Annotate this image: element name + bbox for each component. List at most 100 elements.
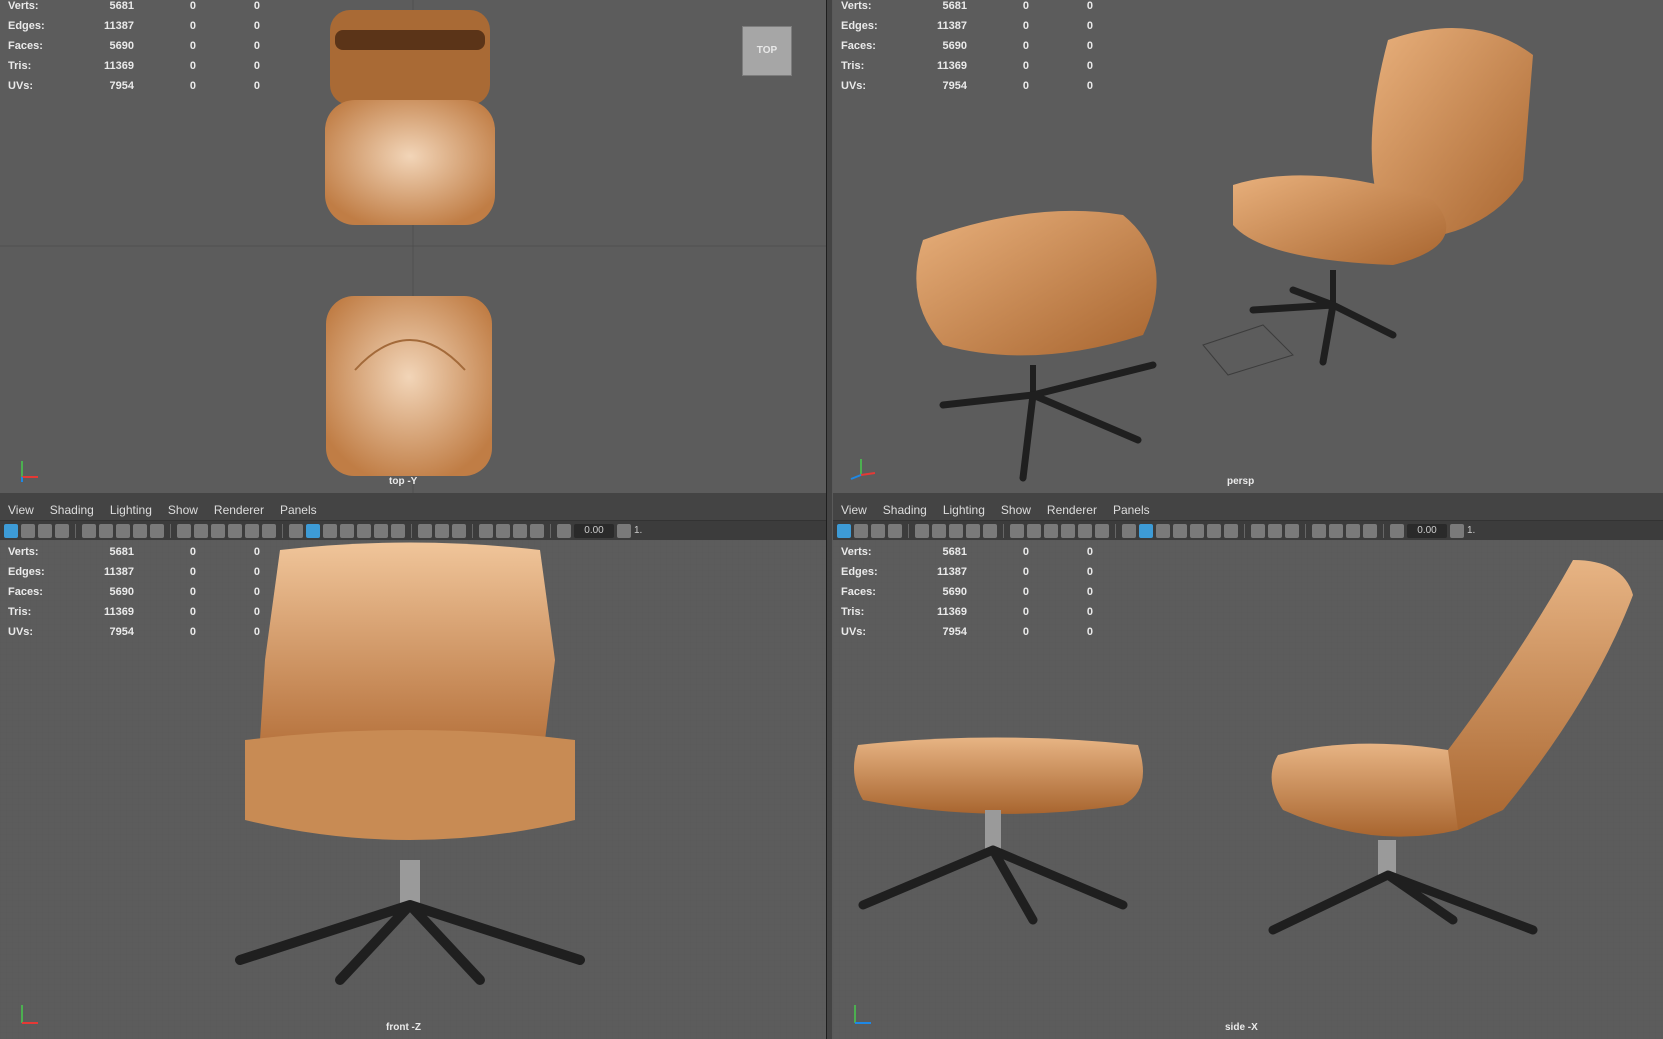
safe-action-icon[interactable] xyxy=(211,523,225,538)
menu-renderer[interactable]: Renderer xyxy=(1039,503,1105,517)
axis-gizmo-icon xyxy=(21,461,38,482)
camera-icon[interactable] xyxy=(915,523,929,538)
isolate-select-icon[interactable] xyxy=(479,523,493,538)
select-camera-icon[interactable] xyxy=(4,523,18,538)
menu-shading[interactable]: Shading xyxy=(875,503,935,517)
toolbar-separator xyxy=(472,523,473,538)
exposure-icon[interactable] xyxy=(557,523,571,538)
toolbar-separator xyxy=(1305,523,1306,538)
menu-panels[interactable]: Panels xyxy=(1105,503,1158,517)
panel-divider-vertical[interactable] xyxy=(826,0,833,1039)
gamma-icon[interactable] xyxy=(617,523,631,538)
xray-icon[interactable] xyxy=(1329,523,1343,538)
image-plane-icon[interactable] xyxy=(888,523,902,538)
exposure-field[interactable]: 0.00 xyxy=(574,523,614,538)
anti-aliasing-icon[interactable] xyxy=(452,523,466,538)
hud-row-verts: Verts: 5681 0 0 xyxy=(841,0,1093,12)
select-camera-icon[interactable] xyxy=(837,523,851,538)
ottoman-persp-shape xyxy=(916,210,1157,482)
gate-mask-icon[interactable] xyxy=(228,523,242,538)
camera-attributes-icon[interactable] xyxy=(21,523,35,538)
menu-show[interactable]: Show xyxy=(160,503,206,517)
textured-icon[interactable] xyxy=(357,523,371,538)
chair-persp-shape xyxy=(1233,28,1533,366)
toolbar-separator xyxy=(411,523,412,538)
bounding-box-icon[interactable] xyxy=(340,523,354,538)
gamma-field[interactable]: 1. xyxy=(1467,525,1475,536)
resolution-gate-icon[interactable] xyxy=(949,523,963,538)
isolate-select-icon[interactable] xyxy=(1312,523,1326,538)
film-gate-icon[interactable] xyxy=(932,523,946,538)
textured-icon[interactable] xyxy=(1190,523,1204,538)
gamma-icon[interactable] xyxy=(1450,523,1464,538)
motion-blur-icon[interactable] xyxy=(435,523,449,538)
field-chart-icon[interactable] xyxy=(1078,523,1092,538)
menu-show[interactable]: Show xyxy=(993,503,1039,517)
safe-action-icon[interactable] xyxy=(1044,523,1058,538)
screen-space-ao-icon[interactable] xyxy=(1251,523,1265,538)
film-gate-toggle-icon[interactable] xyxy=(1027,523,1041,538)
maya-four-view-layout: TOP Verts: 5681 0 0 Edges: 11387 0 0 Faces: 569… xyxy=(0,0,1663,1039)
film-gate-toggle-icon[interactable] xyxy=(194,523,208,538)
hud-row-tris: Tris: 11369 0 0 xyxy=(8,60,260,72)
image-plane-icon[interactable] xyxy=(55,523,69,538)
menu-lighting[interactable]: Lighting xyxy=(102,503,160,517)
xray-joints-icon[interactable] xyxy=(1346,523,1360,538)
hud-row-verts: Verts: 5681 0 0 xyxy=(841,546,1093,558)
viewport-front[interactable]: View Shading Lighting Show Renderer Pane… xyxy=(0,500,826,1039)
grid-icon[interactable] xyxy=(1010,523,1024,538)
bounding-box-icon[interactable] xyxy=(1173,523,1187,538)
bookmark-icon[interactable] xyxy=(38,523,52,538)
menu-view[interactable]: View xyxy=(0,503,42,517)
gamma-field[interactable]: 1. xyxy=(634,525,642,536)
poly-count-hud: Verts: 5681 0 0 Edges: 11387 0 0 Faces: 5690 0 0 … xyxy=(8,0,260,96)
lights-icon[interactable] xyxy=(1207,523,1221,538)
pan-zoom-icon[interactable] xyxy=(966,523,980,538)
hud-row-uvs: UVs: 7954 0 0 xyxy=(8,626,260,638)
menu-panels[interactable]: Panels xyxy=(272,503,325,517)
safe-title-icon[interactable] xyxy=(262,523,276,538)
wireframe-icon[interactable] xyxy=(1122,523,1136,538)
anti-aliasing-icon[interactable] xyxy=(1285,523,1299,538)
flat-shade-icon[interactable] xyxy=(1156,523,1170,538)
axis-gizmo-icon xyxy=(854,1005,871,1024)
camera-icon[interactable] xyxy=(82,523,96,538)
grease-pencil-icon[interactable] xyxy=(983,523,997,538)
xray-joints-icon[interactable] xyxy=(513,523,527,538)
viewcube[interactable]: TOP xyxy=(742,26,792,76)
viewport-side[interactable]: View Shading Lighting Show Renderer Pane… xyxy=(833,500,1663,1039)
xray-components-icon[interactable] xyxy=(530,523,544,538)
resolution-gate-icon[interactable] xyxy=(116,523,130,538)
smooth-shade-icon[interactable] xyxy=(306,523,320,538)
grid-icon[interactable] xyxy=(177,523,191,538)
exposure-icon[interactable] xyxy=(1390,523,1404,538)
hud-row-faces: Faces: 5690 0 0 xyxy=(8,40,260,52)
exposure-field[interactable]: 0.00 xyxy=(1407,523,1447,538)
field-chart-icon[interactable] xyxy=(245,523,259,538)
xray-components-icon[interactable] xyxy=(1363,523,1377,538)
smooth-shade-icon[interactable] xyxy=(1139,523,1153,538)
menu-view[interactable]: View xyxy=(833,503,875,517)
grease-pencil-icon[interactable] xyxy=(150,523,164,538)
viewport-top[interactable]: TOP Verts: 5681 0 0 Edges: 11387 0 0 Faces: 569… xyxy=(0,0,826,493)
safe-title-icon[interactable] xyxy=(1095,523,1109,538)
motion-blur-icon[interactable] xyxy=(1268,523,1282,538)
menu-lighting[interactable]: Lighting xyxy=(935,503,993,517)
shadows-icon[interactable] xyxy=(391,523,405,538)
bookmark-icon[interactable] xyxy=(871,523,885,538)
menu-shading[interactable]: Shading xyxy=(42,503,102,517)
screen-space-ao-icon[interactable] xyxy=(418,523,432,538)
film-gate-icon[interactable] xyxy=(99,523,113,538)
flat-shade-icon[interactable] xyxy=(323,523,337,538)
menu-renderer[interactable]: Renderer xyxy=(206,503,272,517)
hud-row-edges: Edges: 11387 0 0 xyxy=(8,20,260,32)
chair-top-shape xyxy=(325,10,495,225)
shadows-icon[interactable] xyxy=(1224,523,1238,538)
gate-mask-icon[interactable] xyxy=(1061,523,1075,538)
pan-zoom-icon[interactable] xyxy=(133,523,147,538)
viewport-persp[interactable]: Verts: 5681 0 0 Edges: 11387 0 0 Faces: 5690 0 0 … xyxy=(833,0,1663,493)
lights-icon[interactable] xyxy=(374,523,388,538)
wireframe-icon[interactable] xyxy=(289,523,303,538)
xray-icon[interactable] xyxy=(496,523,510,538)
camera-attributes-icon[interactable] xyxy=(854,523,868,538)
